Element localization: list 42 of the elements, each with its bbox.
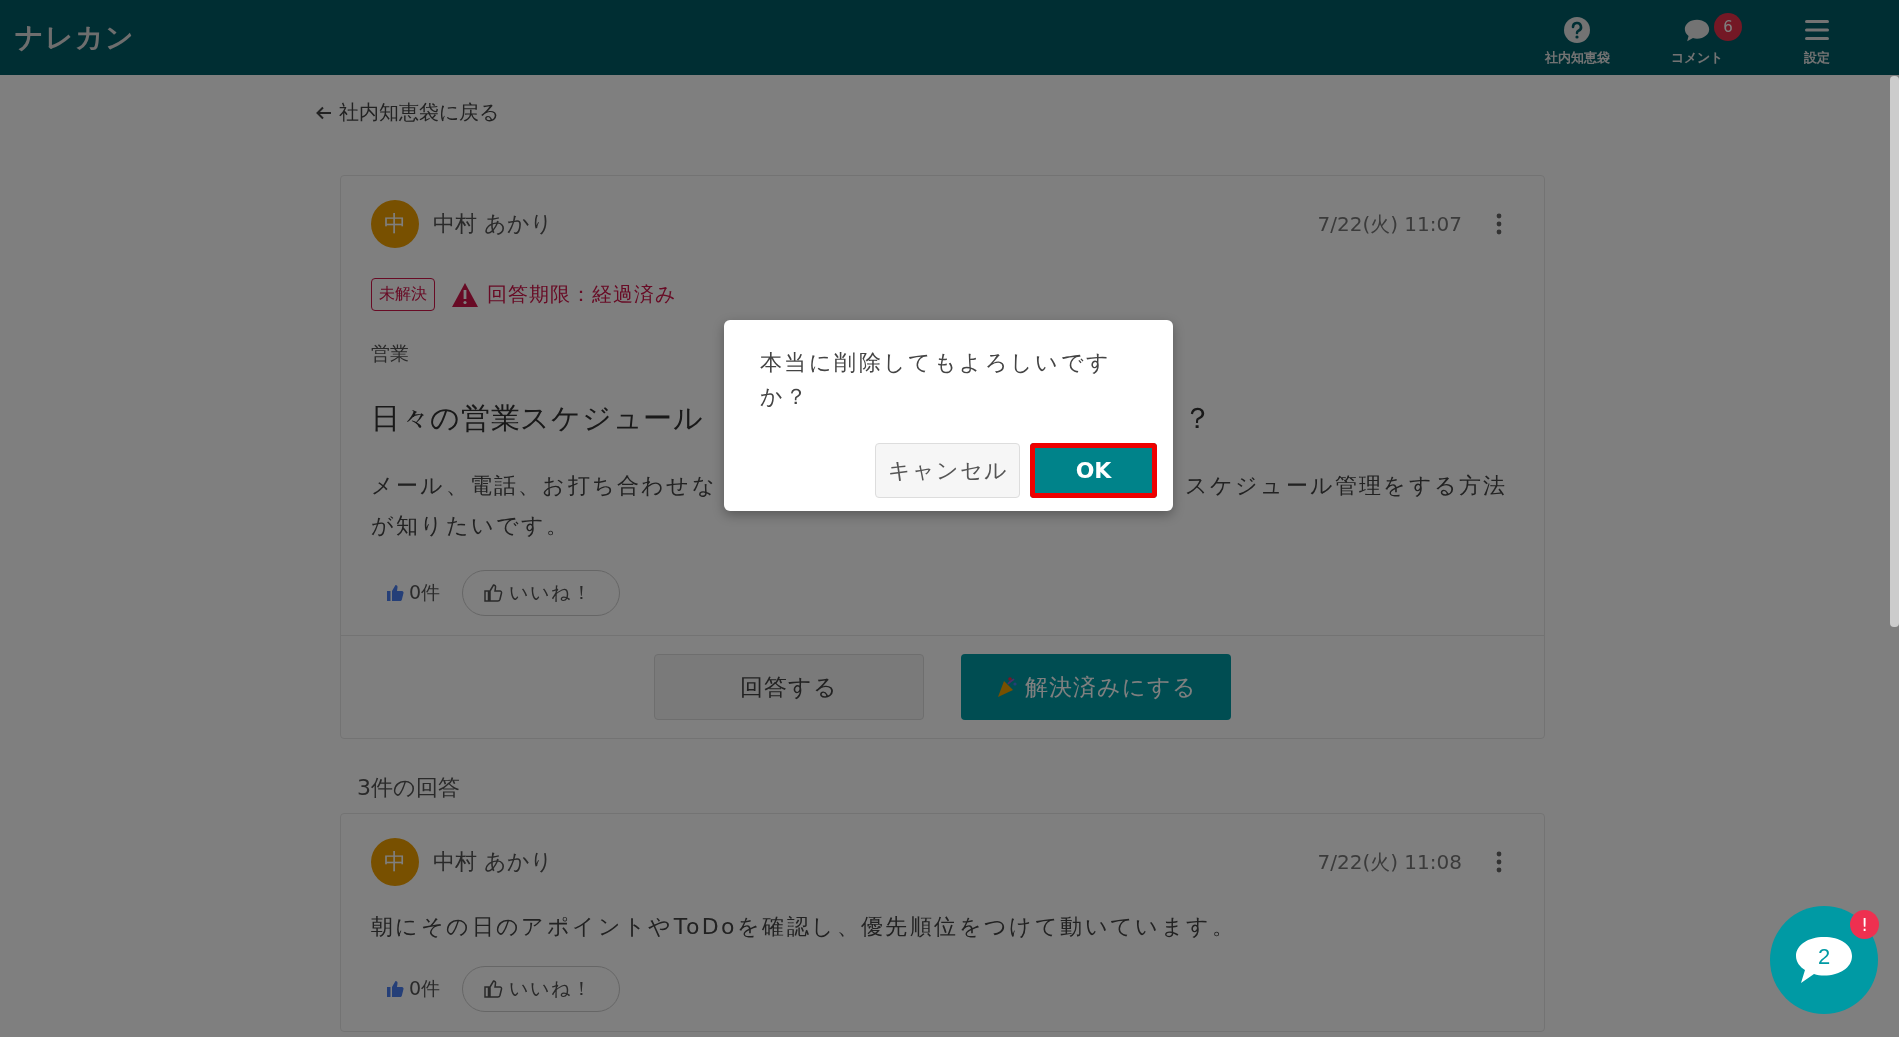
like-button[interactable]: いいね！ — [462, 570, 621, 616]
thumbs-up-icon — [385, 583, 405, 603]
thumbs-up-icon — [483, 979, 504, 999]
category-label: 営業 — [371, 341, 409, 366]
nav-item[interactable]: 社内知恵袋 — [1517, 8, 1637, 67]
warning-icon — [451, 281, 479, 308]
answer-text: 朝にその日のアポイントやToDoを確認し、優先順位をつけて動いています。 — [371, 913, 1237, 941]
like-button[interactable]: いいね！ — [462, 966, 621, 1012]
app-logo[interactable]: ナレカン — [15, 18, 135, 57]
help-icon — [1562, 14, 1592, 45]
answer-button[interactable]: 回答する — [654, 654, 924, 720]
post-date: 7/22(火) 11:07 — [1317, 210, 1462, 238]
like-count: 0件 — [409, 580, 441, 605]
post-date: 7/22(火) 11:08 — [1317, 848, 1462, 876]
dialog-message: 本当に削除してもよろしいですか？ — [760, 349, 1113, 411]
like-count: 0件 — [409, 976, 441, 1001]
speech-bubble-icon — [1793, 934, 1855, 986]
question-text: メール、電話、お打ち合わせな — [371, 472, 717, 500]
ok-button[interactable]: OK — [1030, 443, 1157, 498]
user-avatar: 中 — [371, 200, 419, 248]
user-avatar: 中 — [371, 838, 419, 886]
author-name: 中村 あかり — [433, 210, 553, 238]
question-title: 日々の営業スケジュール — [371, 400, 704, 437]
back-link[interactable]: 社内知恵袋に戻る — [315, 99, 499, 126]
author-name: 中村 あかり — [433, 848, 553, 876]
status-tag: 未解決 — [371, 278, 435, 311]
party-popper-icon — [995, 675, 1019, 699]
answers-heading: 3件の回答 — [357, 774, 461, 802]
deadline-text: 回答期限：経過済み — [487, 281, 676, 308]
thumbs-up-icon — [385, 979, 405, 999]
notification-badge: 6 — [1714, 12, 1742, 41]
resolve-button[interactable]: 解決済みにする — [961, 654, 1231, 720]
cancel-button[interactable]: キャンセル — [875, 443, 1020, 498]
question-text: が知りたいです。 — [371, 512, 571, 540]
nav-item[interactable]: 設定 — [1757, 8, 1877, 67]
question-text: スケジュール管理をする方法 — [1184, 472, 1508, 500]
alert-badge: ! — [1850, 910, 1879, 939]
question-title: ？ — [1182, 400, 1213, 437]
more-options-icon[interactable] — [1496, 851, 1502, 873]
thumbs-up-icon — [483, 583, 504, 603]
scrollbar-thumb[interactable] — [1890, 76, 1899, 627]
more-options-icon[interactable] — [1496, 213, 1502, 235]
